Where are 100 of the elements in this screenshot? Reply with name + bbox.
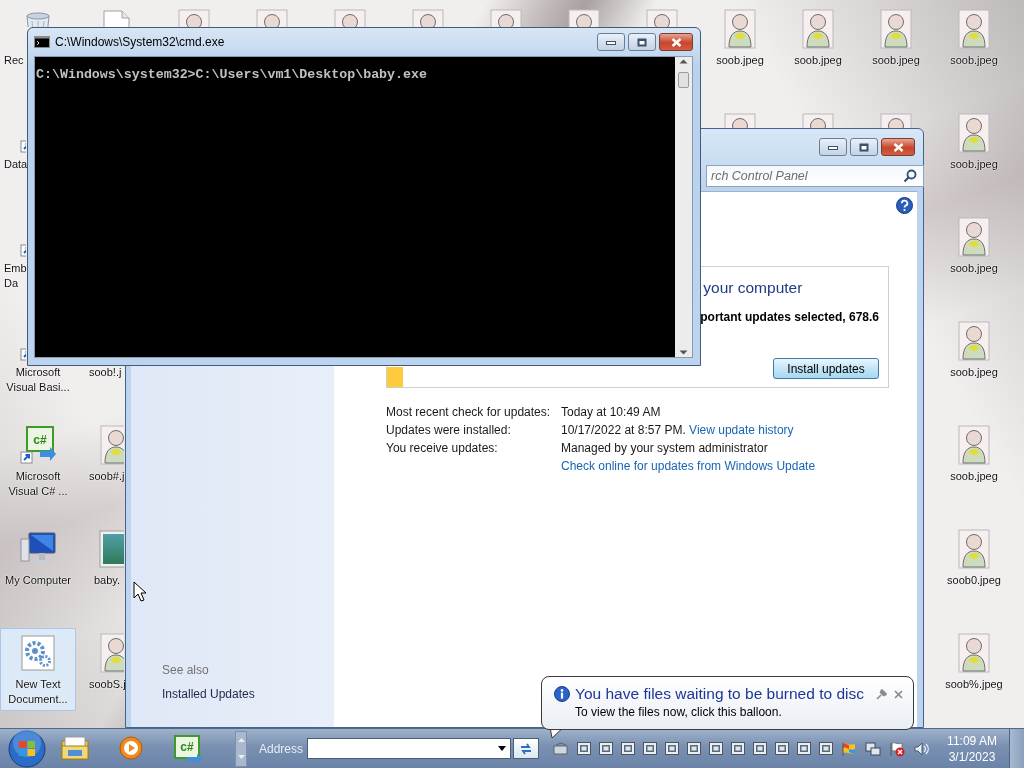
flag-error-icon[interactable] <box>889 740 905 757</box>
go-button[interactable] <box>513 738 539 759</box>
detail-label: Updates were installed: <box>386 423 512 438</box>
clock[interactable]: 11:09 AM 3/1/2023 <box>943 732 1001 765</box>
cursor-icon <box>133 581 146 602</box>
maximize-icon <box>637 37 647 47</box>
image-file-icon <box>488 9 524 27</box>
icon-label: baby. <box>94 573 121 588</box>
refresh-icon <box>519 741 533 756</box>
taskbar-button[interactable]: c# <box>159 729 215 768</box>
network-adapter-icon[interactable] <box>753 742 767 755</box>
network-adapter-icon[interactable] <box>621 742 635 755</box>
network-adapter-icon[interactable] <box>687 742 701 755</box>
icon-label: soob.jpeg <box>950 53 998 68</box>
image-file-icon <box>878 113 914 128</box>
speaker-icon[interactable] <box>913 740 929 757</box>
image-file-icon <box>722 113 758 128</box>
network-icon[interactable] <box>865 740 881 757</box>
help-icon[interactable] <box>896 197 913 214</box>
image-file-icon <box>800 9 836 49</box>
close-icon[interactable] <box>894 689 903 699</box>
icon-label: soob%.jpeg <box>945 677 1003 692</box>
image-file-icon <box>800 113 836 128</box>
pane-heading: See also <box>162 663 210 677</box>
detail-link[interactable]: View update history <box>689 423 794 437</box>
desktop-icon-highlight[interactable]: New Text Document... <box>0 628 76 711</box>
image-file-icon <box>878 9 914 49</box>
detail-value: Managed by your system administrator <box>561 441 768 455</box>
icon-label: Data <box>4 157 28 172</box>
detail-link[interactable]: Check online for updates from Windows Update <box>561 459 816 473</box>
image-file-icon <box>176 9 212 27</box>
gear-document-icon <box>20 633 56 673</box>
close-icon <box>670 37 682 47</box>
network-adapter-icon[interactable] <box>643 742 657 755</box>
image-file-icon <box>956 425 992 465</box>
maximize-icon <box>859 142 869 152</box>
image-file-icon <box>956 113 992 153</box>
icon-label: soob!.j <box>89 365 122 380</box>
icon-label: soob.jpeg <box>950 157 998 172</box>
network-adapter-icon[interactable] <box>577 742 591 755</box>
image-file-icon <box>722 9 758 49</box>
console-line: C:\Windows\system32>C:\Users\vm1\Desktop\baby.exe <box>36 67 428 83</box>
icon-label: soob.jpeg <box>950 365 998 380</box>
balloon-title: You have files waiting to be burned to disc <box>575 685 864 703</box>
icon-label: Microsoft Visual Basi... <box>6 365 70 395</box>
scrollbar[interactable] <box>675 57 692 357</box>
network-adapter-icon[interactable] <box>775 742 789 755</box>
address-label: Address <box>259 741 305 756</box>
icon-label: soobS.j <box>89 677 126 692</box>
image-file-icon <box>644 9 680 27</box>
close-button[interactable] <box>881 138 915 156</box>
network-adapter-icon[interactable] <box>599 742 613 755</box>
minimize-button[interactable] <box>819 138 847 156</box>
detail-value: Today at 10:49 AM <box>561 405 661 419</box>
network-adapter-icon[interactable] <box>709 742 723 755</box>
scroll-thumb[interactable] <box>678 72 689 88</box>
network-adapter-icon[interactable] <box>819 742 833 755</box>
address-field[interactable] <box>307 738 511 759</box>
icon-label: Emb Da <box>4 261 27 291</box>
search-field[interactable]: rch Control Panel <box>706 165 924 187</box>
icon-label: Microsoft Visual C# ... <box>8 469 68 499</box>
minimize-button[interactable] <box>597 33 625 51</box>
image-file-icon <box>332 9 368 27</box>
icon-label: New Text Document... <box>8 677 68 707</box>
console-icon <box>34 36 50 48</box>
drive-icon[interactable] <box>553 741 569 756</box>
image-file-icon <box>98 425 124 465</box>
close-button[interactable] <box>659 33 693 51</box>
detail-label: You receive updates: <box>386 441 499 456</box>
image-file-icon <box>566 9 602 27</box>
network-adapter-icon[interactable] <box>731 742 745 755</box>
start-button[interactable] <box>7 728 47 768</box>
scroll-down-icon[interactable] <box>679 350 688 355</box>
image-file-icon <box>956 633 992 673</box>
maximize-button[interactable] <box>628 33 656 51</box>
dropdown-icon[interactable] <box>498 746 506 751</box>
notification-balloon[interactable]: You have files waiting to be burned to disc To view the files now, click this balloon. <box>541 676 914 730</box>
image-file-icon <box>956 321 992 361</box>
flag-icon[interactable] <box>841 740 857 757</box>
image-file-icon <box>98 633 124 673</box>
status-summary: portant updates selected, 678.6 <box>699 310 879 324</box>
info-icon <box>554 686 570 702</box>
icon-label: Rec <box>4 53 24 68</box>
scroll-up-icon[interactable] <box>679 59 688 64</box>
pin-icon[interactable] <box>876 688 887 700</box>
picture-file-icon <box>98 529 124 569</box>
icon-label: soob#.j <box>89 469 125 484</box>
pane-link[interactable]: Installed Updates <box>162 687 334 701</box>
install-updates-button[interactable]: Install updates <box>773 358 879 379</box>
maximize-button[interactable] <box>850 138 878 156</box>
close-icon <box>892 142 904 152</box>
network-adapter-icon[interactable] <box>797 742 811 755</box>
network-adapter-icon[interactable] <box>665 742 679 755</box>
icon-label: soob.jpeg <box>950 469 998 484</box>
detail-label: Most recent check for updates: <box>386 405 552 420</box>
balloon-text: To view the files now, click this balloon. <box>575 705 783 719</box>
icon-label: soob.jpeg <box>794 53 842 68</box>
show-desktop-button[interactable] <box>1009 728 1024 768</box>
image-file-icon <box>956 217 992 257</box>
icon-label: My Computer <box>5 573 71 588</box>
